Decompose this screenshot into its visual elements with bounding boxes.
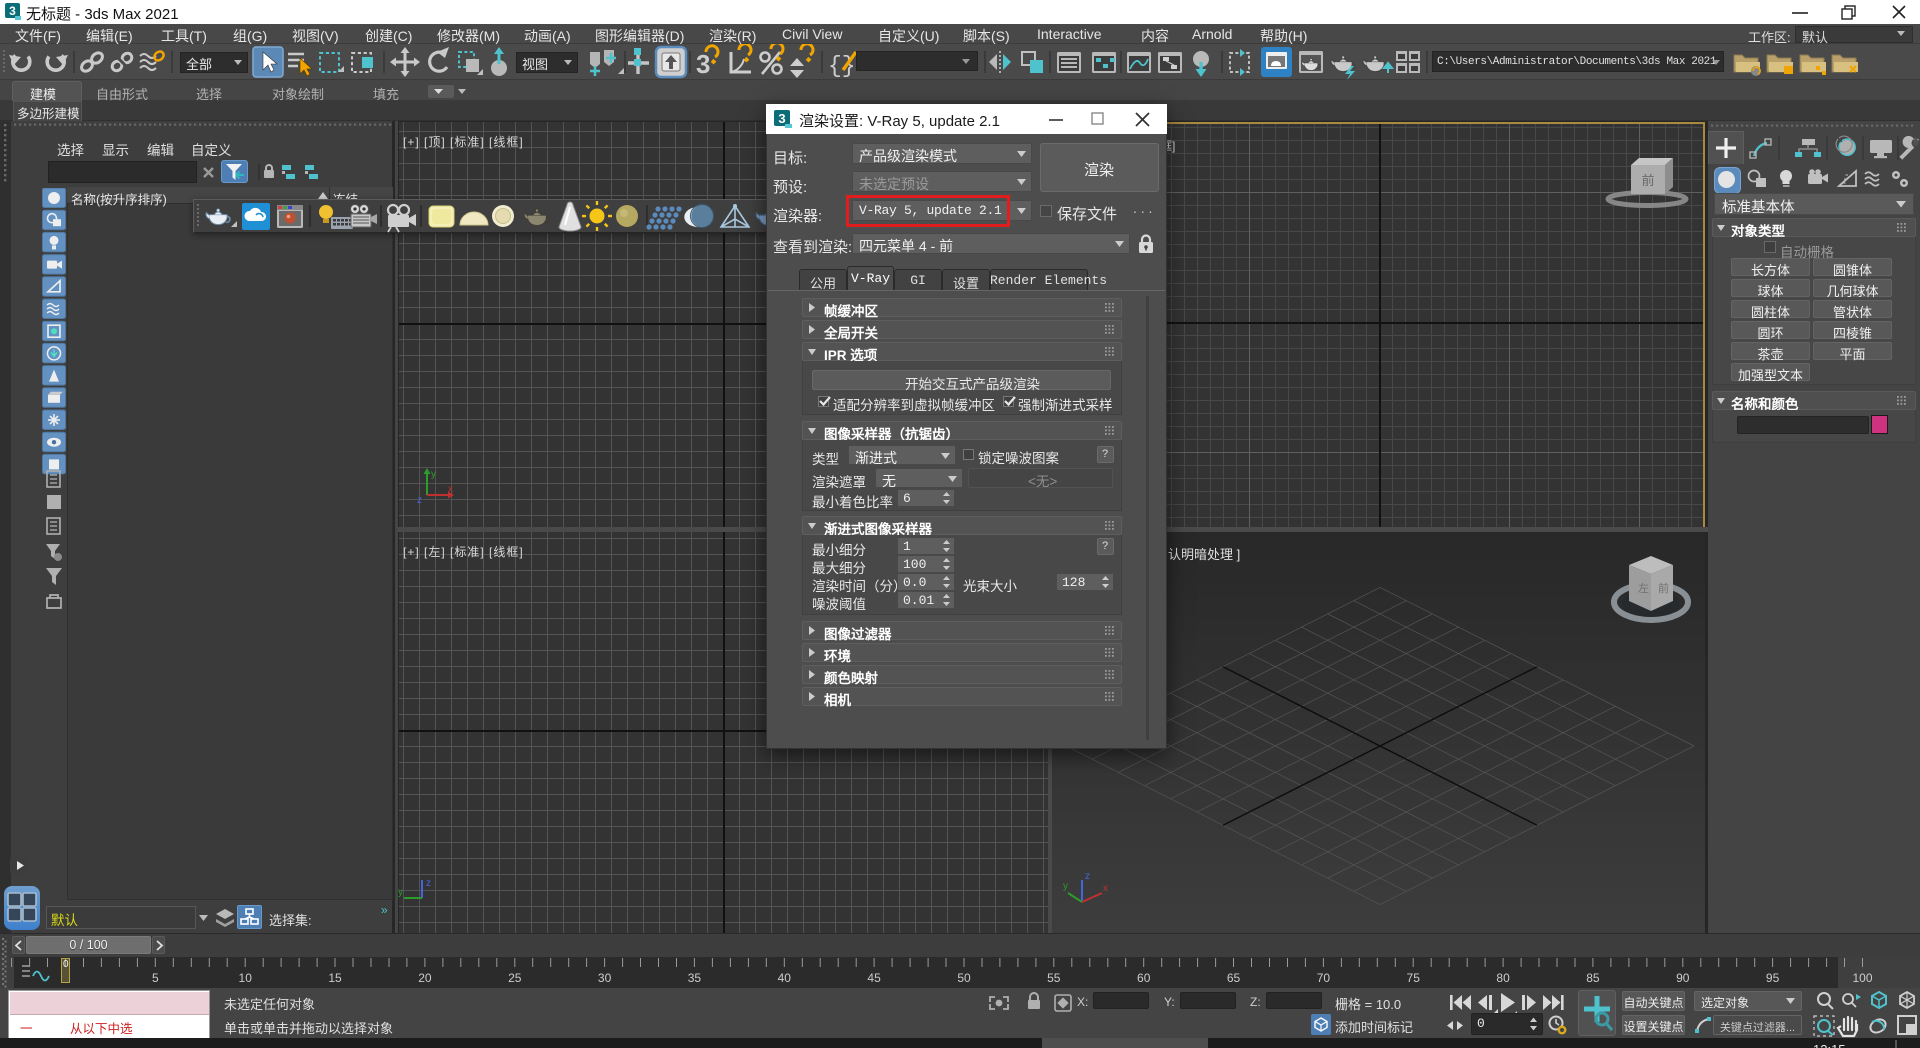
svg-text:3: 3 xyxy=(9,4,16,18)
svg-text:10: 10 xyxy=(239,971,253,985)
svg-text:80: 80 xyxy=(1496,971,1510,985)
svg-text:3: 3 xyxy=(778,111,785,126)
svg-text:15: 15 xyxy=(328,971,342,985)
svg-text:50: 50 xyxy=(957,971,971,985)
svg-text:z: z xyxy=(426,878,431,889)
svg-text:5: 5 xyxy=(152,971,159,985)
svg-text:y: y xyxy=(398,887,403,898)
svg-text:前: 前 xyxy=(1658,581,1669,595)
svg-text:40: 40 xyxy=(778,971,792,985)
svg-text:20: 20 xyxy=(418,971,432,985)
svg-text:70: 70 xyxy=(1317,971,1331,985)
svg-text:95: 95 xyxy=(1766,971,1780,985)
svg-text:25: 25 xyxy=(508,971,522,985)
svg-text:65: 65 xyxy=(1227,971,1241,985)
svg-text:75: 75 xyxy=(1407,971,1421,985)
svg-text:前: 前 xyxy=(1641,173,1654,188)
svg-text:30: 30 xyxy=(598,971,612,985)
svg-text:55: 55 xyxy=(1047,971,1061,985)
svg-text:60: 60 xyxy=(1137,971,1151,985)
svg-text:y: y xyxy=(1063,881,1068,892)
svg-text:85: 85 xyxy=(1586,971,1600,985)
svg-text:90: 90 xyxy=(1676,971,1690,985)
svg-text:45: 45 xyxy=(867,971,881,985)
svg-text:100: 100 xyxy=(1852,971,1872,985)
svg-text:x: x xyxy=(1103,883,1108,894)
svg-text:35: 35 xyxy=(688,971,702,985)
svg-text:z: z xyxy=(417,495,422,505)
svg-text:z: z xyxy=(1085,871,1090,882)
svg-text:左: 左 xyxy=(1638,582,1649,595)
svg-text:y: y xyxy=(431,469,436,480)
svg-text:x: x xyxy=(448,484,453,495)
